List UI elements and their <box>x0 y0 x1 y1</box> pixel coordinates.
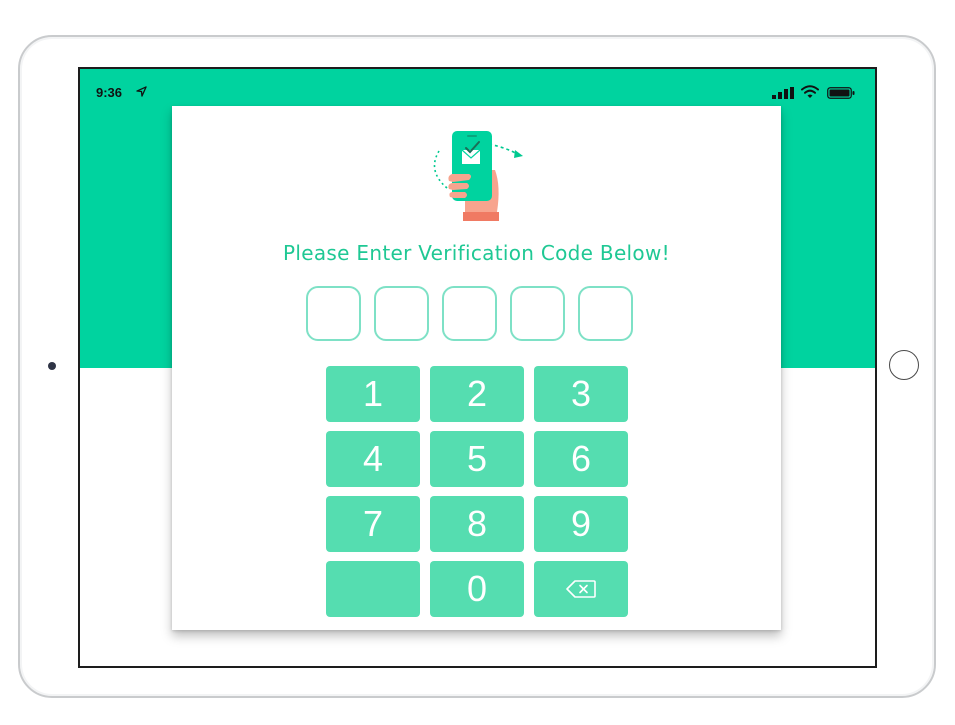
code-digit-2[interactable] <box>374 286 429 341</box>
home-button[interactable] <box>889 350 919 380</box>
key-0[interactable]: 0 <box>430 561 524 617</box>
key-8[interactable]: 8 <box>430 496 524 552</box>
code-digit-3[interactable] <box>442 286 497 341</box>
key-3[interactable]: 3 <box>534 366 628 422</box>
key-4[interactable]: 4 <box>326 431 420 487</box>
backspace-button[interactable] <box>534 561 628 617</box>
location-icon <box>136 86 147 97</box>
signal-icon <box>772 87 794 99</box>
verification-card: Please Enter Verification Code Below! 1 … <box>172 106 781 630</box>
code-digit-4[interactable] <box>510 286 565 341</box>
code-digit-1[interactable] <box>306 286 361 341</box>
status-time: 9:36 <box>96 85 123 100</box>
front-camera <box>48 362 56 370</box>
key-5[interactable]: 5 <box>430 431 524 487</box>
wifi-icon <box>801 85 819 98</box>
key-blank <box>326 561 420 617</box>
status-bar: 9:36 <box>80 69 875 109</box>
phone-in-hand-illustration <box>433 131 523 221</box>
key-9[interactable]: 9 <box>534 496 628 552</box>
key-6[interactable]: 6 <box>534 431 628 487</box>
key-2[interactable]: 2 <box>430 366 524 422</box>
key-1[interactable]: 1 <box>326 366 420 422</box>
backspace-icon <box>566 580 596 598</box>
verification-title: Please Enter Verification Code Below! <box>283 241 670 265</box>
battery-icon <box>827 87 855 99</box>
numeric-keypad: 1 2 3 4 5 6 7 8 9 0 <box>326 366 628 617</box>
key-7[interactable]: 7 <box>326 496 420 552</box>
code-digit-5[interactable] <box>578 286 633 341</box>
code-input-group <box>306 286 633 344</box>
